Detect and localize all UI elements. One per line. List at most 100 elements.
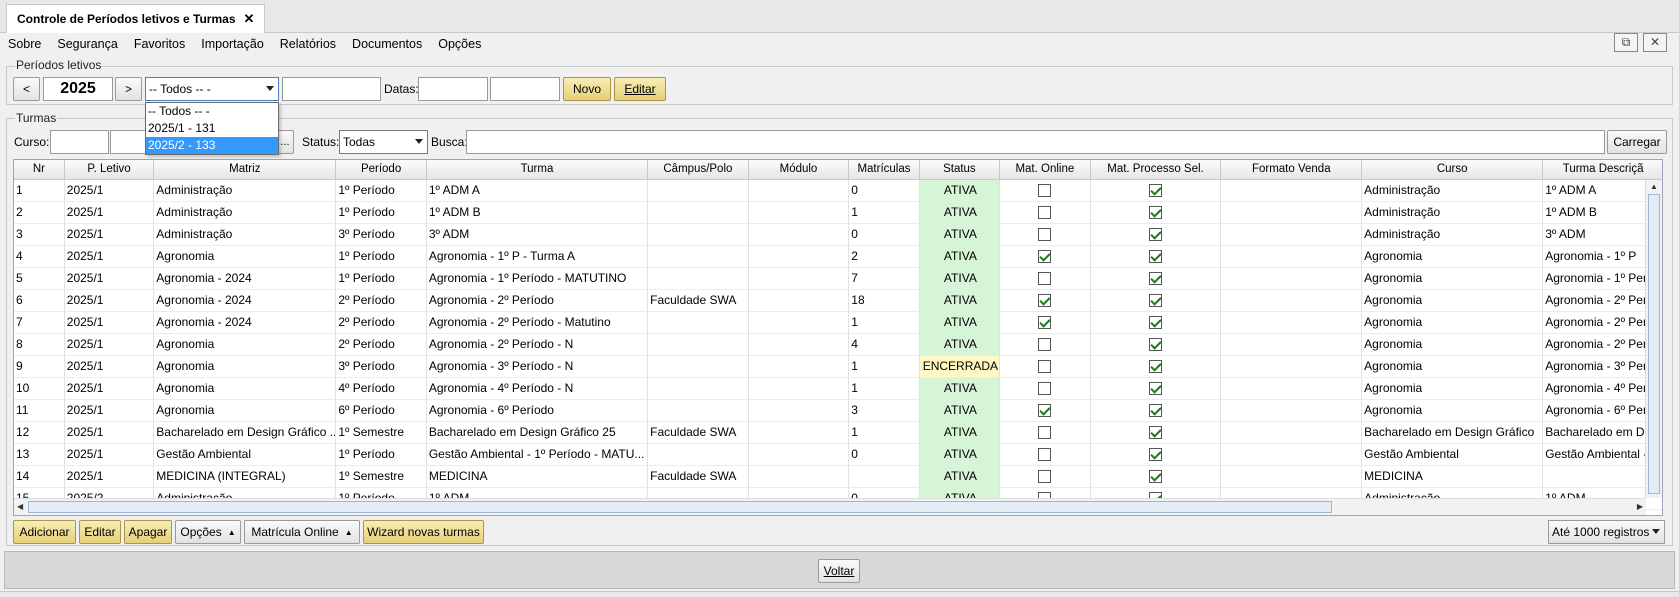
year-field[interactable]: 2025 [43,77,113,101]
menu-favoritos[interactable]: Favoritos [134,37,185,51]
checkbox[interactable] [1038,382,1052,396]
checkbox[interactable] [1038,448,1052,462]
novo-button[interactable]: Novo [563,77,611,101]
menu-opcoes[interactable]: Opções [438,37,481,51]
horizontal-scrollbar[interactable]: ◀ ▶ [14,498,1646,515]
checkbox[interactable] [1149,404,1162,418]
checkbox[interactable] [1149,228,1162,242]
table-row[interactable]: 5 2025/1 Agronomia - 2024 1º Período Agronom… [14,267,1662,290]
checkbox[interactable] [1038,426,1052,440]
matricula-online-button[interactable]: Matrícula Online ▲ [244,520,360,544]
tab-controle-periodos[interactable]: Controle de Períodos letivos e Turmas ✕ [6,4,266,33]
vertical-scroll-thumb[interactable] [1648,194,1660,494]
column-header[interactable]: Período [335,160,427,180]
dropdown-option-todos[interactable]: -- Todos -- - [146,103,278,120]
data-fim-field[interactable] [490,77,560,101]
column-header[interactable]: Turma [426,160,649,180]
checkbox[interactable] [1038,338,1052,352]
menu-seguranca[interactable]: Segurança [57,37,117,51]
periodo-combo[interactable]: -- Todos -- - [145,77,279,101]
checkbox[interactable] [1149,294,1162,308]
prev-year-button[interactable]: < [13,77,40,101]
adicionar-button[interactable]: Adicionar [13,520,76,544]
registros-combo[interactable]: Até 1000 registros [1548,520,1665,544]
table-row[interactable]: 3 2025/1 Administração 3º Período 3º ADM 0 ATI… [14,223,1662,246]
menu-documentos[interactable]: Documentos [352,37,422,51]
checkbox[interactable] [1038,184,1052,198]
status-combo[interactable]: Todas [339,130,428,154]
horizontal-scroll-thumb[interactable] [28,501,1332,513]
checkbox[interactable] [1038,316,1052,330]
data-inicio-field[interactable] [418,77,488,101]
checkbox[interactable] [1038,228,1052,242]
column-header[interactable]: Status [919,160,1001,180]
checkbox[interactable] [1038,294,1052,308]
column-header[interactable]: Câmpus/Polo [647,160,749,180]
dropdown-option-2025-2[interactable]: 2025/2 - 133 [146,137,278,154]
editar-turma-button[interactable]: Editar [79,520,121,544]
table-row[interactable]: 13 2025/1 Gestão Ambiental 1º Período Gestão… [14,443,1662,466]
table-row[interactable]: 10 2025/1 Agronomia 4º Período Agronomia - 4… [14,377,1662,400]
table-row[interactable]: 4 2025/1 Agronomia 1º Período Agronomia - 1º… [14,245,1662,268]
checkbox[interactable] [1149,426,1162,440]
checkbox[interactable] [1149,316,1162,330]
column-header[interactable]: Matriz [153,160,337,180]
checkbox[interactable] [1038,404,1052,418]
checkbox[interactable] [1038,250,1052,264]
formato-cell [1220,443,1363,466]
external-link-icon[interactable]: ⧉ [1614,33,1638,52]
checkbox[interactable] [1038,360,1052,374]
column-header[interactable]: Mat. Online [999,160,1091,180]
column-header[interactable]: Matrículas [848,160,920,180]
table-row[interactable]: 7 2025/1 Agronomia - 2024 2º Período Agronom… [14,311,1662,334]
checkbox[interactable] [1149,470,1162,484]
column-header[interactable]: Turma Descriçã [1542,160,1662,180]
column-header[interactable]: Mat. Processo Sel. [1090,160,1222,180]
turma-cell: Agronomia - 1º Período - MATUTINO [426,267,649,290]
checkbox[interactable] [1149,360,1162,374]
scroll-right-icon[interactable]: ▶ [1637,502,1643,511]
column-header[interactable]: Formato Venda [1220,160,1363,180]
menu-sobre[interactable]: Sobre [8,37,41,51]
carregar-button[interactable]: Carregar [1607,130,1667,154]
vertical-scrollbar[interactable]: ▲ [1645,180,1662,498]
checkbox[interactable] [1149,338,1162,352]
checkbox[interactable] [1149,272,1162,286]
checkbox[interactable] [1038,470,1052,484]
checkbox[interactable] [1149,206,1162,220]
close-tab-icon[interactable]: ✕ [244,11,255,27]
table-row[interactable]: 12 2025/1 Bacharelado em Design Gráfico ..… [14,421,1662,444]
wizard-button[interactable]: Wizard novas turmas [363,520,484,544]
opcoes-button[interactable]: Opções ▲ [175,520,241,544]
close-window-icon[interactable]: ✕ [1643,33,1667,52]
next-year-button[interactable]: > [115,77,142,101]
checkbox[interactable] [1149,448,1162,462]
dropdown-option-2025-1[interactable]: 2025/1 - 131 [146,120,278,137]
checkbox[interactable] [1149,382,1162,396]
checkbox[interactable] [1149,250,1162,264]
curso-code-field[interactable] [50,130,109,154]
editar-periodo-button[interactable]: Editar [614,77,666,101]
scroll-up-icon[interactable]: ▲ [1650,182,1658,191]
table-row[interactable]: 9 2025/1 Agronomia 3º Período Agronomia - 3º… [14,355,1662,378]
scroll-left-icon[interactable]: ◀ [17,502,23,511]
table-row[interactable]: 11 2025/1 Agronomia 6º Período Agronomia - 6… [14,399,1662,422]
busca-input[interactable] [466,130,1605,154]
table-row[interactable]: 8 2025/1 Agronomia 2º Período Agronomia - 2º… [14,333,1662,356]
column-header[interactable]: P. Letivo [64,160,155,180]
table-row[interactable]: 6 2025/1 Agronomia - 2024 2º Período Agronom… [14,289,1662,312]
table-row[interactable]: 14 2025/1 MEDICINA (INTEGRAL) 1º Semestre ME… [14,465,1662,488]
table-row[interactable]: 1 2025/1 Administração 1º Período 1º ADM A0A… [14,179,1662,202]
column-header[interactable]: Nr [14,160,65,180]
column-header[interactable]: Módulo [748,160,850,180]
checkbox[interactable] [1149,184,1162,198]
menu-relatorios[interactable]: Relatórios [280,37,336,51]
apagar-button[interactable]: Apagar [124,520,172,544]
checkbox[interactable] [1038,206,1052,220]
voltar-button[interactable]: Voltar [818,559,860,583]
table-row[interactable]: 2 2025/1 Administração 1º Período 1º ADM B1A… [14,201,1662,224]
checkbox[interactable] [1038,272,1052,286]
menu-importacao[interactable]: Importação [201,37,264,51]
column-header[interactable]: Curso [1361,160,1544,180]
periodo-description-field[interactable] [282,77,381,101]
